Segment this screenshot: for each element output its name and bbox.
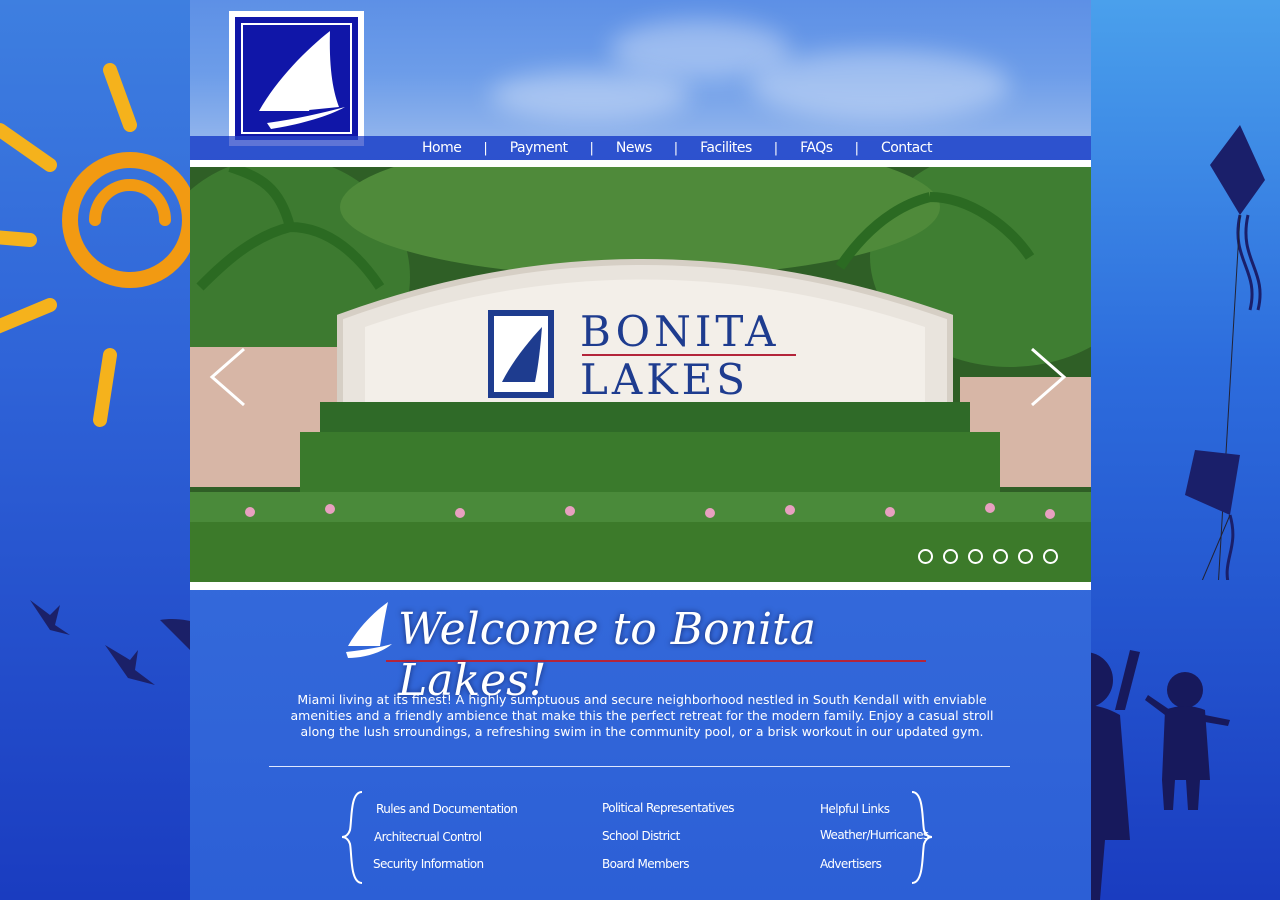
main-column: Home | Payment | News | Facilites | FAQs… — [190, 0, 1091, 900]
slide-dot-3[interactable] — [968, 549, 983, 564]
link-helpful-links[interactable]: Helpful Links — [820, 802, 890, 816]
section-divider — [269, 766, 1010, 767]
intro-paragraph: Miami living at its finest! A highly sum… — [290, 692, 994, 739]
chevron-right-icon[interactable] — [1028, 347, 1068, 407]
welcome-underline — [386, 660, 926, 662]
slide-dot-2[interactable] — [943, 549, 958, 564]
slide-dot-6[interactable] — [1043, 549, 1058, 564]
main-navigation: Home | Payment | News | Facilites | FAQs… — [190, 136, 1091, 161]
sailboat-logo-icon — [259, 31, 345, 129]
link-advertisers[interactable]: Advertisers — [820, 857, 882, 871]
slide-indicators — [918, 549, 1058, 564]
sign-text-line2: LAKES — [580, 355, 750, 404]
welcome-heading: Welcome to Bonita Lakes! — [340, 596, 940, 706]
link-political-representatives[interactable]: Political Representatives — [602, 801, 734, 815]
chevron-left-icon[interactable] — [208, 347, 248, 407]
slide-dot-4[interactable] — [993, 549, 1008, 564]
nav-payment[interactable]: Payment — [488, 140, 590, 156]
sign-text-line1: BONITA — [580, 307, 780, 356]
welcome-title: Welcome to Bonita Lakes! — [398, 604, 816, 706]
link-school-district[interactable]: School District — [602, 829, 680, 843]
sailboat-icon — [346, 602, 392, 658]
quick-links: Rules and Documentation Architecrual Con… — [340, 790, 940, 885]
slide-dot-1[interactable] — [918, 549, 933, 564]
hero-slider: BONITA LAKES — [190, 160, 1091, 590]
link-rules-documentation[interactable]: Rules and Documentation — [376, 802, 518, 816]
kite-illustration — [1185, 125, 1265, 580]
link-architectural-control[interactable]: Architecrual Control — [374, 830, 482, 844]
link-board-members[interactable]: Board Members — [602, 857, 690, 871]
slide-dot-5[interactable] — [1018, 549, 1033, 564]
link-security-information[interactable]: Security Information — [373, 857, 484, 871]
left-brace-icon — [341, 791, 363, 884]
site-logo[interactable] — [229, 11, 364, 146]
hero-slide-image: BONITA LAKES — [190, 167, 1091, 582]
nav-news[interactable]: News — [594, 140, 674, 156]
nav-items: Home | Payment | News | Facilites | FAQs… — [400, 136, 954, 160]
nav-faqs[interactable]: FAQs — [778, 140, 854, 156]
logo-panel — [235, 17, 358, 140]
nav-facilities[interactable]: Facilites — [678, 140, 774, 156]
nav-home[interactable]: Home — [400, 140, 483, 156]
right-brace-icon — [911, 791, 933, 884]
nav-contact[interactable]: Contact — [859, 140, 954, 156]
